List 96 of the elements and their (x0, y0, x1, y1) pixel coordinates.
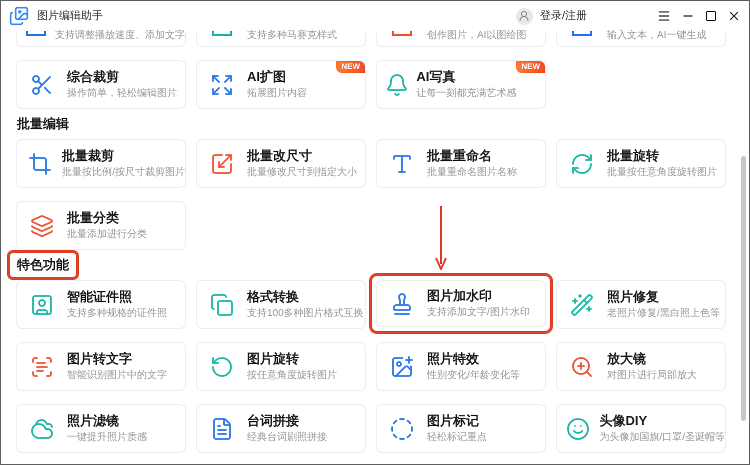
tool-title: 图片加水印 (427, 289, 493, 302)
tool-description: 批量重命名图片名称 (427, 168, 517, 178)
rotate-icon (570, 152, 594, 176)
tool-card[interactable]: 图片标记 轻松标记重点 (376, 404, 546, 453)
tool-description: 经典台词剧照拼接 (247, 433, 327, 443)
tool-description: 按任意角度旋转图片 (247, 371, 337, 381)
tool-title: 头像DIY (599, 414, 648, 427)
menu-icon[interactable] (657, 9, 671, 23)
tool-description: 对图片进行局部放大 (607, 371, 697, 381)
tool-title: 照片特效 (427, 352, 480, 365)
tool-description: 支持100多种图片格式互换 (247, 309, 364, 319)
tool-card[interactable]: 图片转文字 智能识别图片中的文字 (16, 342, 186, 391)
new-badge: NEW (516, 61, 545, 73)
tool-title: 批量分类 (67, 211, 120, 224)
tool-description: 批量修改尺寸到指定大小 (247, 168, 357, 178)
tool-title: 图片转文字 (67, 352, 133, 365)
tool-title: 放大镜 (607, 352, 647, 365)
tool-card[interactable]: 台词拼接 经典台词剧照拼接 (196, 404, 366, 453)
tool-description: 输入文本，AI一键生成 (607, 31, 706, 41)
tool-title: 图片旋转 (247, 352, 300, 365)
section-heading: 批量编辑 (16, 115, 70, 134)
tool-description: 支持添加文字/图片水印 (427, 308, 530, 318)
zoom-in-icon (570, 354, 594, 378)
tool-title: 照片修复 (607, 290, 660, 303)
smiley-icon (566, 416, 590, 440)
tool-description: 智能识别图片中的文字 (67, 371, 167, 381)
document-icon (210, 416, 234, 440)
bell-icon (384, 72, 409, 96)
app-logo-icon (9, 6, 29, 26)
tool-card[interactable]: 照片滤镜 一键提升照片质感 (16, 404, 186, 453)
tool-card[interactable]: 格式转换 支持100多种图片格式互换 (196, 280, 366, 329)
scissors-icon (30, 72, 54, 96)
tool-card[interactable]: 批量裁剪 批量按比例/按尺寸裁剪图片 (16, 139, 186, 188)
tool-card[interactable]: 批量分类 批量添加进行分类 (16, 201, 186, 250)
tool-title: 格式转换 (247, 290, 300, 303)
tool-card[interactable]: 批量改尺寸 批量修改尺寸到指定大小 (196, 139, 366, 188)
login-link[interactable]: 登录/注册 (540, 8, 587, 24)
tool-title: 批量改尺寸 (247, 149, 313, 162)
tool-description: 轻松标记重点 (427, 433, 487, 443)
tool-card[interactable]: NEW AI扩图 拓展图片内容 (196, 60, 366, 109)
scrollbar-thumb[interactable] (740, 156, 746, 421)
tool-description: 性别变化/年龄变化等 (427, 371, 520, 381)
resize-icon (210, 152, 234, 176)
tool-description: 让每一刻都充满艺术感 (416, 89, 516, 99)
tool-description: 创作图片，AI以图绘图 (427, 31, 526, 41)
tool-card[interactable]: NEW AI写真 让每一刻都充满艺术感 (376, 60, 546, 109)
tool-card[interactable]: 图片加水印 支持添加文字/图片水印 (369, 273, 553, 334)
tool-title: 台词拼接 (247, 414, 300, 427)
tool-card[interactable]: 放大镜 对图片进行局部放大 (556, 342, 726, 391)
close-icon[interactable] (727, 9, 741, 23)
avatar-icon (516, 8, 533, 24)
tool-description: 支持多种马赛克样式 (247, 31, 337, 41)
stamp-icon (390, 292, 414, 316)
magic-wand-icon (570, 292, 594, 316)
window-title: 图片编辑助手 (37, 8, 103, 24)
tool-description: 支持调整播放速度、添加文字 (55, 31, 185, 41)
tool-card[interactable]: 头像DIY 为头像加国旗/口罩/圣诞帽等 (556, 404, 726, 453)
tool-title: 智能证件照 (67, 290, 133, 303)
tool-title: 批量旋转 (607, 149, 660, 162)
clouds-icon (30, 416, 54, 440)
tool-card[interactable]: 批量重命名 批量重命名图片名称 (376, 139, 546, 188)
annotation-arrow (435, 206, 447, 270)
tool-description: 老照片修复/黑白照上色等 (607, 309, 720, 319)
tool-description: 为头像加国旗/口罩/圣诞帽等 (599, 433, 725, 443)
image-plus-icon (390, 354, 414, 378)
copy-icon (210, 292, 234, 316)
layers-icon (30, 214, 54, 238)
maximize-icon[interactable] (705, 10, 717, 22)
tool-title: 照片滤镜 (67, 414, 120, 427)
crop-icon (28, 152, 52, 176)
tool-description: 批量按比例/按尺寸裁剪图片 (62, 168, 185, 178)
tool-card[interactable]: 照片特效 性别变化/年龄变化等 (376, 342, 546, 391)
tool-title: 图片标记 (427, 414, 480, 427)
tool-card[interactable]: 综合裁剪 操作简单，轻松编辑图片 (16, 60, 186, 109)
tool-title: AI写真 (416, 70, 456, 83)
id-photo-icon (30, 292, 54, 316)
tool-title: 综合裁剪 (67, 70, 120, 83)
rotate-icon (210, 354, 234, 378)
expand-icon (210, 72, 234, 96)
tool-card[interactable]: 图片旋转 按任意角度旋转图片 (196, 342, 366, 391)
bracket-icon (26, 31, 46, 36)
new-badge: NEW (336, 61, 365, 73)
tool-description: 批量按任意角度旋转图片 (607, 168, 717, 178)
dashed-circle-icon (390, 416, 414, 440)
tool-title: AI扩图 (247, 70, 287, 83)
tool-description: 操作简单，轻松编辑图片 (67, 89, 177, 99)
tool-title: 批量重命名 (427, 149, 493, 162)
tool-description: 批量添加进行分类 (67, 230, 147, 240)
tool-description: 支持多种规格的证件照 (67, 309, 167, 319)
tool-card[interactable]: 智能证件照 支持多种规格的证件照 (16, 280, 186, 329)
tool-title: 批量裁剪 (62, 149, 116, 162)
tool-card[interactable]: 批量旋转 批量按任意角度旋转图片 (556, 139, 726, 188)
tool-description: 拓展图片内容 (247, 89, 307, 99)
text-scan-icon (30, 354, 54, 378)
tool-description: 一键提升照片质感 (67, 433, 147, 443)
tool-card[interactable]: 照片修复 老照片修复/黑白照上色等 (556, 280, 726, 329)
